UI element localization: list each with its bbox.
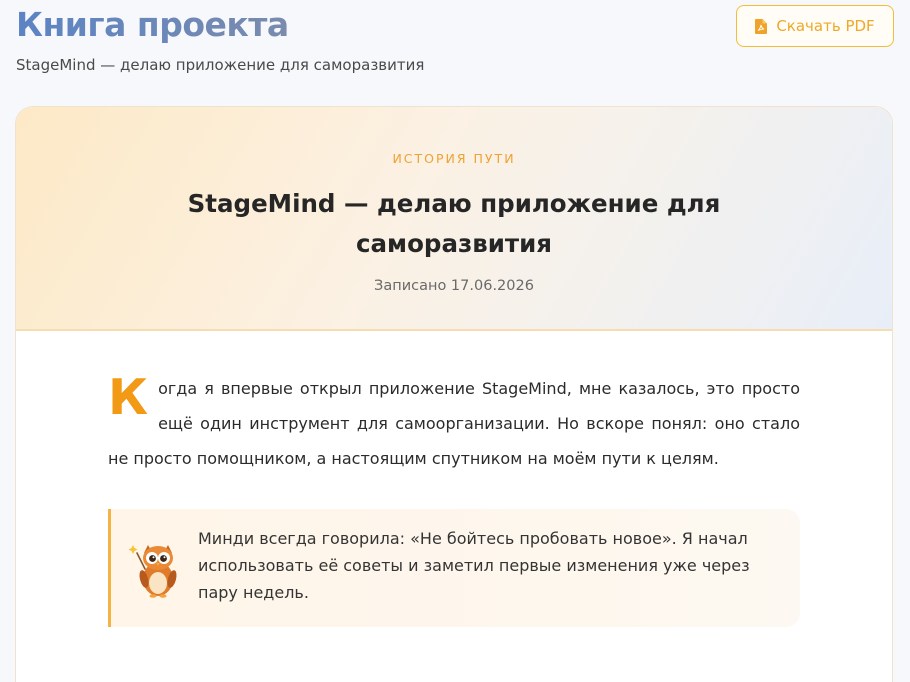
download-pdf-button[interactable]: Скачать PDF <box>736 5 894 47</box>
file-pdf-icon <box>755 18 768 34</box>
article-body: Когда я впервые открыл приложение StageM… <box>16 331 892 627</box>
lead-paragraph: Когда я впервые открыл приложение StageM… <box>108 371 800 476</box>
article-header: ИСТОРИЯ ПУТИ StageMind — делаю приложени… <box>16 107 892 331</box>
lead-text: огда я впервые открыл приложение StageMi… <box>108 379 800 468</box>
page-header: Книга проекта StageMind — делаю приложен… <box>16 5 894 86</box>
article-title: StageMind — делаю приложение для самораз… <box>187 189 721 258</box>
quote-block: Минди всегда говорила: «Не бойтесь пробо… <box>108 509 800 627</box>
article-category: ИСТОРИЯ ПУТИ <box>392 151 516 166</box>
quote-text: Минди всегда говорила: «Не бойтесь пробо… <box>198 529 750 602</box>
article-date: Записано 17.06.2026 <box>374 278 534 294</box>
download-pdf-label: Скачать PDF <box>776 17 875 35</box>
drop-cap: К <box>108 369 149 426</box>
article-card: ИСТОРИЯ ПУТИ StageMind — делаю приложени… <box>15 106 893 682</box>
page-subtitle: StageMind — делаю приложение для самораз… <box>16 56 425 74</box>
owl-mascot-icon <box>128 545 177 598</box>
